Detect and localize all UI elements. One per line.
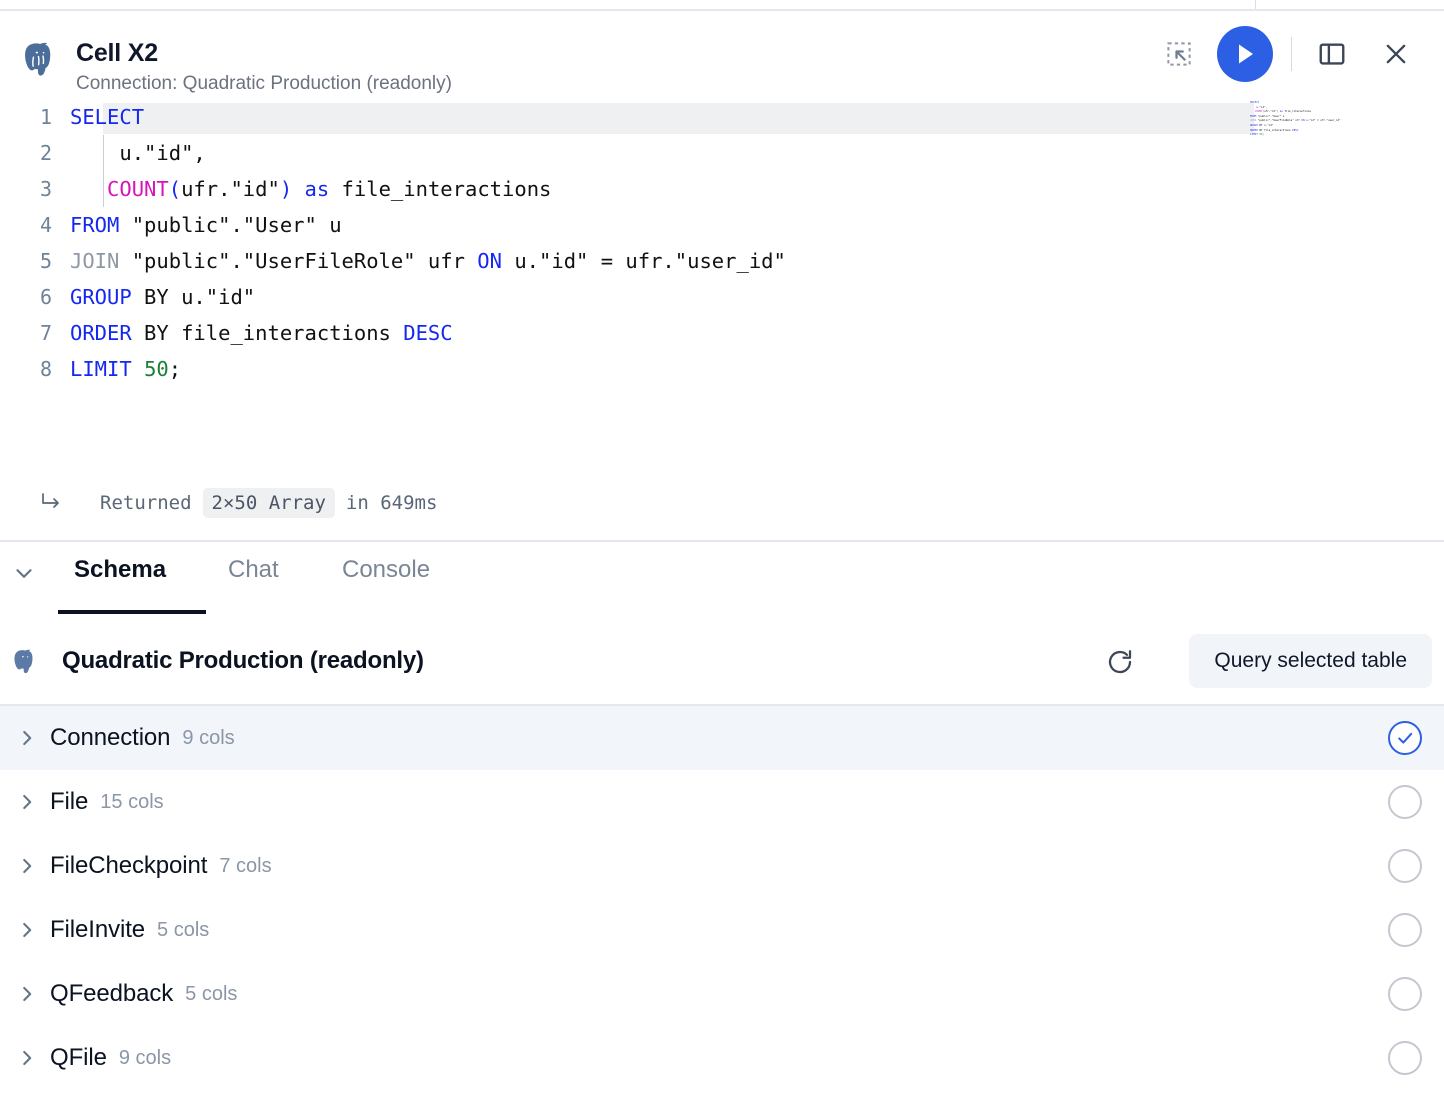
code-text[interactable]: u."id",	[70, 135, 205, 171]
header-divider	[1291, 37, 1292, 71]
query-result-status: Returned 2×50 Array in 649ms	[0, 483, 1444, 523]
chevron-down-icon[interactable]	[10, 559, 38, 587]
table-name: QFile	[50, 1044, 107, 1071]
table-column-count: 5 cols	[185, 982, 238, 1005]
table-name: FileInvite	[50, 916, 146, 943]
table-row[interactable]: QFeedback 5 cols	[0, 962, 1444, 1026]
schema-connection-bar: Quadratic Production (readonly) Query se…	[0, 625, 1444, 699]
line-number: 7	[39, 321, 52, 345]
code-line[interactable]: 8 LIMIT 50;	[0, 351, 1444, 387]
line-number: 6	[39, 285, 52, 309]
chevron-right-icon[interactable]	[12, 983, 42, 1005]
code-text[interactable]: ORDER BY file_interactions DESC	[70, 315, 453, 351]
line-number: 2	[39, 141, 52, 165]
chevron-right-icon[interactable]	[12, 791, 42, 813]
table-row[interactable]: FileInvite 5 cols	[0, 898, 1444, 962]
chevron-right-icon[interactable]	[12, 919, 42, 941]
table-select-radio[interactable]	[1388, 913, 1422, 947]
active-tab-underline	[58, 610, 206, 614]
result-timing: in 649ms	[345, 492, 438, 514]
close-icon[interactable]	[1374, 32, 1418, 76]
refresh-icon[interactable]	[1102, 644, 1138, 680]
postgresql-elephant-icon	[16, 39, 58, 81]
code-text[interactable]: FROM "public"."User" u	[70, 207, 342, 243]
postgresql-elephant-icon	[8, 647, 38, 677]
table-column-count: 9 cols	[182, 726, 235, 749]
page-title: Cell X2	[76, 39, 158, 67]
line-number: 4	[39, 213, 52, 237]
chevron-right-icon[interactable]	[12, 1047, 42, 1069]
return-arrow-icon	[40, 491, 66, 516]
table-column-count: 5 cols	[157, 918, 210, 941]
result-shape-badge: 2×50 Array	[202, 488, 335, 518]
table-row[interactable]: QFile 9 cols	[0, 1026, 1444, 1090]
code-text[interactable]: JOIN "public"."UserFileRole" ufr ON u."i…	[70, 243, 786, 279]
connection-name: Quadratic Production (readonly)	[62, 647, 424, 674]
table-row[interactable]: File 15 cols	[0, 770, 1444, 834]
table-column-count: 9 cols	[118, 1046, 172, 1069]
cell-connection-subtitle: Connection: Quadratic Production (readon…	[76, 73, 452, 94]
sliver-divider	[1255, 0, 1256, 9]
table-column-count: 7 cols	[219, 854, 272, 877]
chevron-right-icon[interactable]	[12, 727, 42, 749]
code-text[interactable]: SELECT	[70, 99, 144, 135]
table-select-radio[interactable]	[1388, 977, 1422, 1011]
chevron-right-icon[interactable]	[12, 855, 42, 877]
query-selected-table-button[interactable]: Query selected table	[1189, 634, 1432, 688]
code-line[interactable]: 3 COUNT(ufr."id") as file_interactions	[0, 171, 1444, 207]
line-number: 8	[39, 357, 52, 381]
table-name: Connection	[50, 724, 171, 751]
line-number: 5	[39, 249, 52, 273]
tab-schema[interactable]: Schema	[74, 556, 166, 602]
code-line[interactable]: 7 ORDER BY file_interactions DESC	[0, 315, 1444, 351]
select-range-icon[interactable]	[1157, 32, 1201, 76]
code-line[interactable]: 2 u."id",	[0, 135, 1444, 171]
schema-table-list[interactable]: Connection 9 cols File 15 cols FileCheckpoin…	[0, 706, 1444, 1090]
code-text[interactable]: LIMIT 50;	[70, 351, 181, 387]
editor-minimap[interactable]: SELECT u."id", COUNT(ufr."id") as file_i…	[1250, 101, 1376, 143]
table-column-count: 15 cols	[100, 790, 164, 813]
table-select-radio[interactable]	[1388, 1041, 1422, 1075]
run-query-button[interactable]	[1217, 26, 1273, 82]
toggle-panel-icon[interactable]	[1310, 32, 1354, 76]
table-selected-checkmark-icon[interactable]	[1388, 721, 1422, 755]
table-row[interactable]: FileCheckpoint 7 cols	[0, 834, 1444, 898]
editor-panel-divider	[0, 540, 1444, 542]
line-number: 1	[39, 105, 52, 129]
table-select-radio[interactable]	[1388, 849, 1422, 883]
table-name: QFeedback	[50, 980, 174, 1007]
tab-console[interactable]: Console	[342, 556, 430, 602]
table-select-radio[interactable]	[1388, 785, 1422, 819]
table-name: FileCheckpoint	[50, 852, 208, 879]
cell-header: Cell X2 Connection: Quadratic Production…	[0, 13, 1444, 95]
minimap-line: LIMIT 50;	[1250, 133, 1265, 137]
tab-chat[interactable]: Chat	[228, 556, 279, 602]
sql-code-editor[interactable]: 1 SELECT 2 u."id", 3 COUNT(ufr."id") as fil…	[0, 99, 1444, 475]
table-name: File	[50, 788, 89, 815]
code-line[interactable]: 5 JOIN "public"."UserFileRole" ufr ON u."…	[0, 243, 1444, 279]
above-cell-sliver	[0, 0, 1444, 11]
cell-header-actions	[1157, 13, 1444, 95]
code-line[interactable]: 1 SELECT	[0, 99, 1444, 135]
line-number: 3	[39, 177, 52, 201]
code-text[interactable]: COUNT(ufr."id") as file_interactions	[70, 171, 551, 207]
code-lines[interactable]: 1 SELECT 2 u."id", 3 COUNT(ufr."id") as fil…	[0, 99, 1444, 387]
code-text[interactable]: GROUP BY u."id"	[70, 279, 255, 315]
table-row[interactable]: Connection 9 cols	[0, 706, 1444, 770]
code-line[interactable]: 6 GROUP BY u."id"	[0, 279, 1444, 315]
code-line[interactable]: 4 FROM "public"."User" u	[0, 207, 1444, 243]
panel-tabs: Schema Chat Console	[0, 543, 1444, 617]
result-label: Returned	[100, 492, 192, 514]
